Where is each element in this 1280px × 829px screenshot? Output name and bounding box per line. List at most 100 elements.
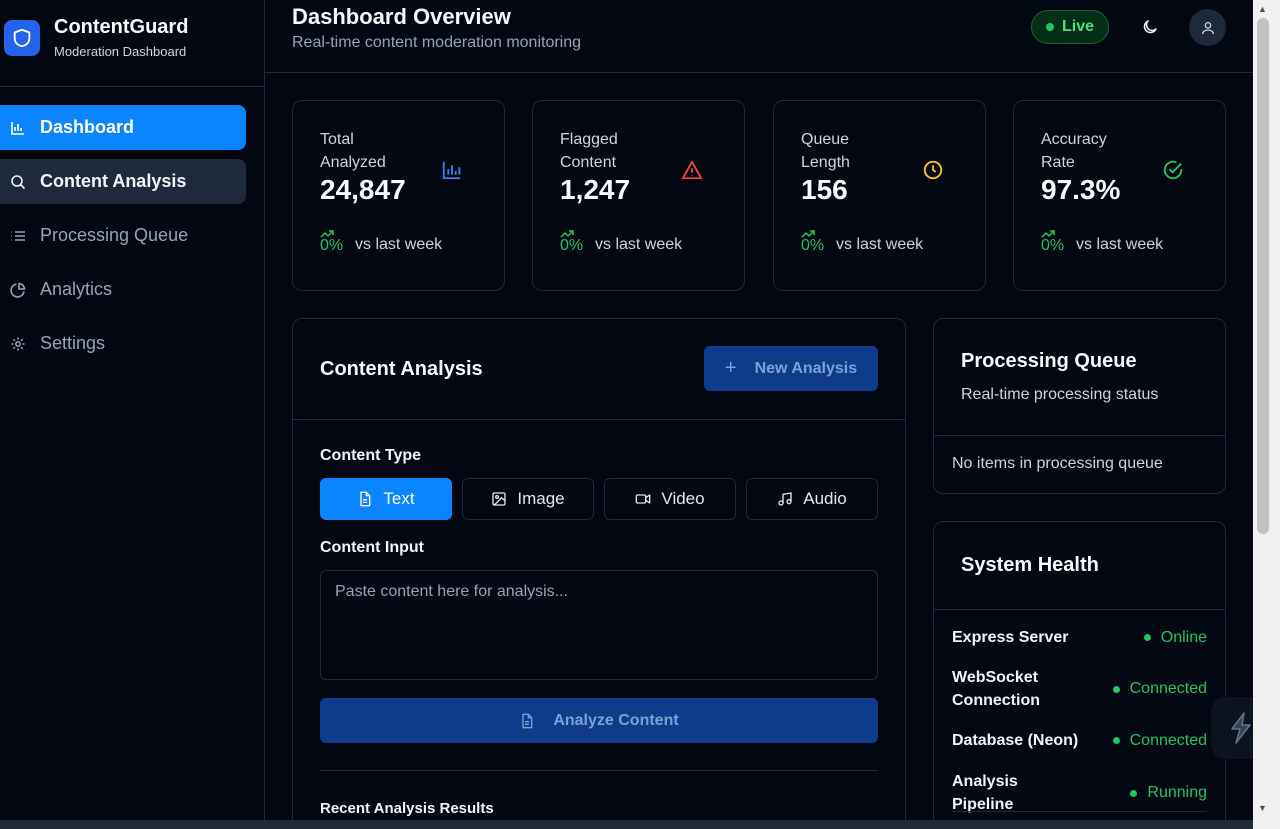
new-analysis-button[interactable]: + New Analysis <box>704 346 878 391</box>
divider <box>934 435 1225 436</box>
content-type-selector: Text Image Video Audio <box>320 478 878 520</box>
stat-change: 0% <box>320 237 344 254</box>
health-row-analysis-pipeline: Analysis Pipeline Running <box>952 770 1207 816</box>
system-health-panel: System Health Express Server Online WebS… <box>933 521 1226 829</box>
stat-compare: vs last week <box>836 236 924 253</box>
pie-chart-icon <box>10 282 26 298</box>
panel-title: Processing Queue <box>961 350 1137 372</box>
stat-compare: vs last week <box>1076 236 1164 253</box>
health-row-database: Database (Neon) Connected <box>952 729 1207 752</box>
sidebar-item-label: Content Analysis <box>40 171 187 191</box>
document-icon <box>519 713 535 729</box>
sidebar-item-label: Settings <box>40 333 106 353</box>
content-type-text-button[interactable]: Text <box>320 478 452 520</box>
content-analysis-panel: Content Analysis + New Analysis Content … <box>292 318 906 829</box>
clock-icon <box>922 159 944 181</box>
user-avatar-button[interactable] <box>1189 9 1226 46</box>
analyze-content-button[interactable]: Analyze Content <box>320 698 878 743</box>
content-input-label: Content Input <box>320 539 424 556</box>
analyze-content-label: Analyze Content <box>553 711 679 729</box>
stat-label: Accuracy Rate <box>1041 131 1107 171</box>
stat-label: Queue Length <box>801 131 850 171</box>
content-type-image-button[interactable]: Image <box>462 478 594 520</box>
health-service-name: Analysis Pipeline <box>952 773 1018 813</box>
content-type-label: Text <box>383 489 415 508</box>
stat-compare: vs last week <box>595 236 683 253</box>
health-service-name: Express Server <box>952 629 1069 646</box>
page-subtitle: Real-time content moderation monitoring <box>292 34 582 51</box>
health-status-label: Online <box>1160 628 1207 646</box>
status-dot-icon <box>1143 634 1151 641</box>
health-status: Connected <box>1112 731 1207 750</box>
content-type-label: Image <box>517 489 565 508</box>
health-row-express-server: Express Server Online <box>952 626 1207 649</box>
theme-toggle-button[interactable] <box>1133 10 1167 44</box>
stat-change: 0% <box>560 237 584 254</box>
divider <box>934 609 1225 610</box>
content-type-video-button[interactable]: Video <box>604 478 736 520</box>
content-input-field[interactable] <box>320 570 878 680</box>
health-status: Connected <box>1112 680 1207 698</box>
panel-subtitle: Real-time processing status <box>961 386 1159 403</box>
stat-value: 1,247 <box>560 174 631 205</box>
warning-icon <box>681 159 703 181</box>
panel-title: System Health <box>961 554 1099 576</box>
bar-chart-icon <box>10 120 26 136</box>
live-status-badge: Live <box>1031 10 1109 44</box>
moon-icon <box>1143 20 1157 34</box>
content-type-audio-button[interactable]: Audio <box>746 478 878 520</box>
brand-title: ContentGuard <box>54 15 189 38</box>
content-type-label: Content Type <box>320 447 422 464</box>
health-status-label: Connected <box>1129 731 1207 749</box>
health-status: Online <box>1143 628 1207 647</box>
bar-chart-icon <box>441 159 463 181</box>
stat-value: 24,847 <box>320 174 406 205</box>
scroll-up-arrow-icon[interactable]: ▲ <box>1258 4 1267 14</box>
divider <box>320 770 878 771</box>
recent-results-title: Recent Analysis Results <box>320 800 494 817</box>
stat-label: Total Analyzed <box>320 131 386 171</box>
content-type-label: Audio <box>803 489 847 508</box>
stat-change: 0% <box>1041 237 1065 254</box>
new-analysis-label: New Analysis <box>754 359 858 377</box>
sidebar-item-analytics[interactable]: Analytics <box>0 267 246 312</box>
stat-label: Flagged Content <box>560 131 618 171</box>
health-status-label: Connected <box>1129 680 1207 697</box>
stat-card-accuracy-rate: Accuracy Rate 97.3% 0% vs last week <box>1013 100 1226 291</box>
health-row-websocket: WebSocket Connection Connected <box>952 666 1207 712</box>
page-title: Dashboard Overview <box>292 4 511 29</box>
sidebar-item-label: Dashboard <box>40 117 135 137</box>
status-dot-icon <box>1130 789 1138 797</box>
divider <box>952 811 1207 812</box>
music-icon <box>777 491 793 507</box>
stat-value: 156 <box>801 174 848 205</box>
processing-queue-panel: Processing Queue Real-time processing st… <box>933 318 1226 494</box>
search-icon <box>10 174 26 190</box>
brand: ContentGuard Moderation Dashboard <box>0 0 264 87</box>
check-circle-icon <box>1162 159 1184 181</box>
sidebar-item-settings[interactable]: Settings <box>0 321 246 366</box>
stat-compare: vs last week <box>355 236 443 253</box>
sidebar-item-processing-queue[interactable]: Processing Queue <box>0 213 246 258</box>
horizontal-scrollbar[interactable] <box>0 820 1253 829</box>
sidebar: ContentGuard Moderation Dashboard Dashbo… <box>0 0 265 829</box>
scroll-down-arrow-icon[interactable]: ▼ <box>1258 803 1267 813</box>
stat-change: 0% <box>801 237 825 254</box>
status-dot-icon <box>1112 685 1120 693</box>
health-service-name: WebSocket Connection <box>952 669 1040 709</box>
health-status-label: Running <box>1147 784 1207 801</box>
sidebar-item-dashboard[interactable]: Dashboard <box>0 105 246 150</box>
stat-value: 97.3% <box>1041 174 1121 205</box>
panel-header: Content Analysis + New Analysis <box>293 319 905 420</box>
scrollbar-thumb[interactable] <box>1257 18 1269 534</box>
video-icon <box>635 491 651 507</box>
list-icon <box>10 228 26 244</box>
sidebar-nav: Dashboard Content Analysis Processing Qu… <box>0 87 264 366</box>
lightning-logo-icon <box>1231 712 1251 744</box>
image-icon <box>491 491 507 507</box>
content-type-label: Video <box>661 489 705 508</box>
health-status: Running <box>1130 784 1207 802</box>
panel-title: Content Analysis <box>320 358 483 380</box>
sidebar-item-content-analysis[interactable]: Content Analysis <box>0 159 246 204</box>
live-dot-icon <box>1045 23 1054 31</box>
